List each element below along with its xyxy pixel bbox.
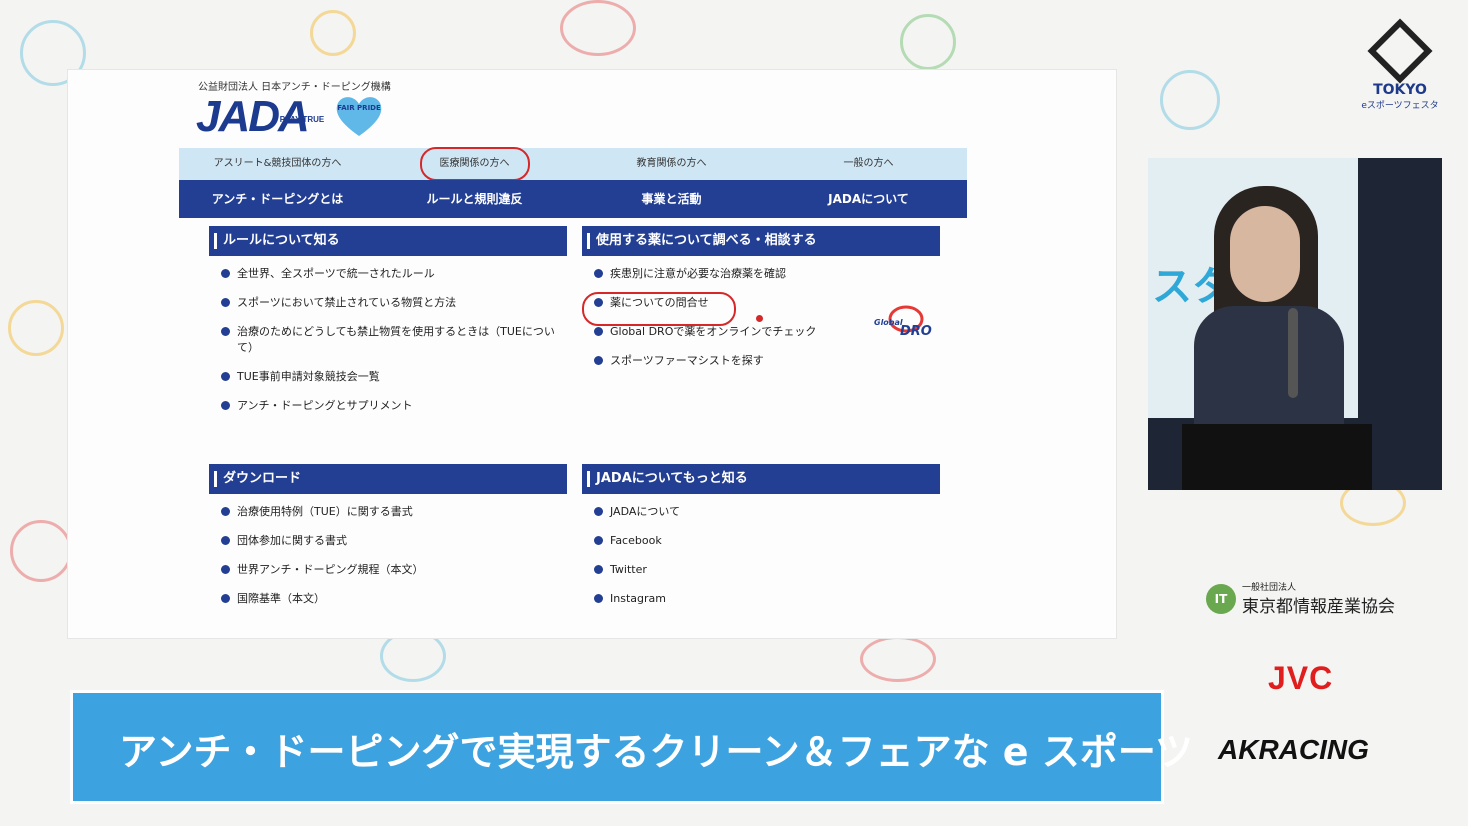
section-title: JADAについてもっと知る xyxy=(582,464,940,494)
microphone-icon xyxy=(1288,308,1298,398)
top-nav-general[interactable]: 一般の方へ xyxy=(770,148,967,180)
presentation-slide: 公益財団法人 日本アンチ・ドーピング機構 JADAPLAY TRUE FAIR … xyxy=(68,70,1116,638)
section-title: 使用する薬について調べる・相談する xyxy=(582,226,940,256)
caption-text: アンチ・ドーピングで実現するクリーン＆フェアな e スポーツ xyxy=(119,730,1194,774)
list-item[interactable]: Facebook xyxy=(594,533,940,549)
list-item[interactable]: 団体参加に関する書式 xyxy=(221,533,567,549)
section-more-jada: JADAについてもっと知る JADAについて Facebook Twitter … xyxy=(582,464,940,620)
doodle-icon xyxy=(1160,70,1220,130)
speaker-face xyxy=(1230,206,1300,302)
section-rules: ルールについて知る 全世界、全スポーツで統一されたルール スポーツにおいて禁止さ… xyxy=(209,226,567,427)
sponsor-akracing-logo: AKRACING xyxy=(1218,734,1369,765)
doodle-icon xyxy=(10,520,72,582)
list-item[interactable]: スポーツにおいて禁止されている物質と方法 xyxy=(221,295,567,311)
pointer-dot xyxy=(756,315,763,322)
doodle-icon xyxy=(860,636,936,682)
list-item[interactable]: TUE事前申請対象競技会一覧 xyxy=(221,369,567,385)
doodle-icon xyxy=(900,14,956,70)
list-item[interactable]: Twitter xyxy=(594,562,940,578)
sponsor-jvc-logo: JVC xyxy=(1268,660,1334,696)
list-item[interactable]: 全世界、全スポーツで統一されたルール xyxy=(221,266,567,282)
main-nav: アンチ・ドーピングとは ルールと規則違反 事業と活動 JADAについて xyxy=(179,180,967,218)
caption-banner: アンチ・ドーピングで実現するクリーン＆フェアな e スポーツ xyxy=(70,690,1193,804)
list-item[interactable]: 世界アンチ・ドーピング規程（本文） xyxy=(221,562,567,578)
doodle-icon xyxy=(310,10,356,56)
list-item[interactable]: 疾患別に注意が必要な治療薬を確認 xyxy=(594,266,940,282)
org-name: 公益財団法人 日本アンチ・ドーピング機構 xyxy=(198,82,391,93)
list-item[interactable]: アンチ・ドーピングとサプリメント xyxy=(221,398,567,414)
highlight-circle xyxy=(582,292,736,326)
section-download: ダウンロード 治療使用特例（TUE）に関する書式 団体参加に関する書式 世界アン… xyxy=(209,464,567,620)
jada-logo: JADAPLAY TRUE xyxy=(196,92,325,141)
section-title: ダウンロード xyxy=(209,464,567,494)
it-badge-icon: IT xyxy=(1206,584,1236,614)
main-nav-activities[interactable]: 事業と活動 xyxy=(573,180,770,218)
list-item[interactable]: 国際基準（本文） xyxy=(221,591,567,607)
main-nav-rules[interactable]: ルールと規則違反 xyxy=(376,180,573,218)
list-item[interactable]: スポーツファーマシストを探す xyxy=(594,353,940,369)
list-item[interactable]: 治療使用特例（TUE）に関する書式 xyxy=(221,504,567,520)
main-nav-about-jada[interactable]: JADAについて xyxy=(770,180,967,218)
section-title: ルールについて知る xyxy=(209,226,567,256)
doodle-icon xyxy=(560,0,636,56)
global-dro-logo: Global DRO xyxy=(874,304,934,348)
top-nav-education[interactable]: 教育関係の方へ xyxy=(573,148,770,180)
fair-pride-heart-icon: FAIR PRIDE xyxy=(334,94,384,138)
list-item[interactable]: 治療のためにどうしても禁止物質を使用するときは（TUEについて） xyxy=(221,324,557,356)
top-nav-athlete[interactable]: アスリート&競技団体の方へ xyxy=(179,148,376,180)
speaker-video: スタ xyxy=(1148,158,1442,490)
podium xyxy=(1182,424,1372,490)
main-nav-about-antidoping[interactable]: アンチ・ドーピングとは xyxy=(179,180,376,218)
highlight-circle xyxy=(420,147,530,181)
esports-mark-icon xyxy=(1367,18,1433,84)
tokyo-esports-logo: TOKYO eスポーツフェスタ xyxy=(1360,18,1440,111)
list-item[interactable]: Instagram xyxy=(594,591,940,607)
list-item[interactable]: JADAについて xyxy=(594,504,940,520)
doodle-icon xyxy=(8,300,64,356)
top-nav: アスリート&競技団体の方へ 医療関係の方へ 教育関係の方へ 一般の方へ xyxy=(179,148,967,180)
